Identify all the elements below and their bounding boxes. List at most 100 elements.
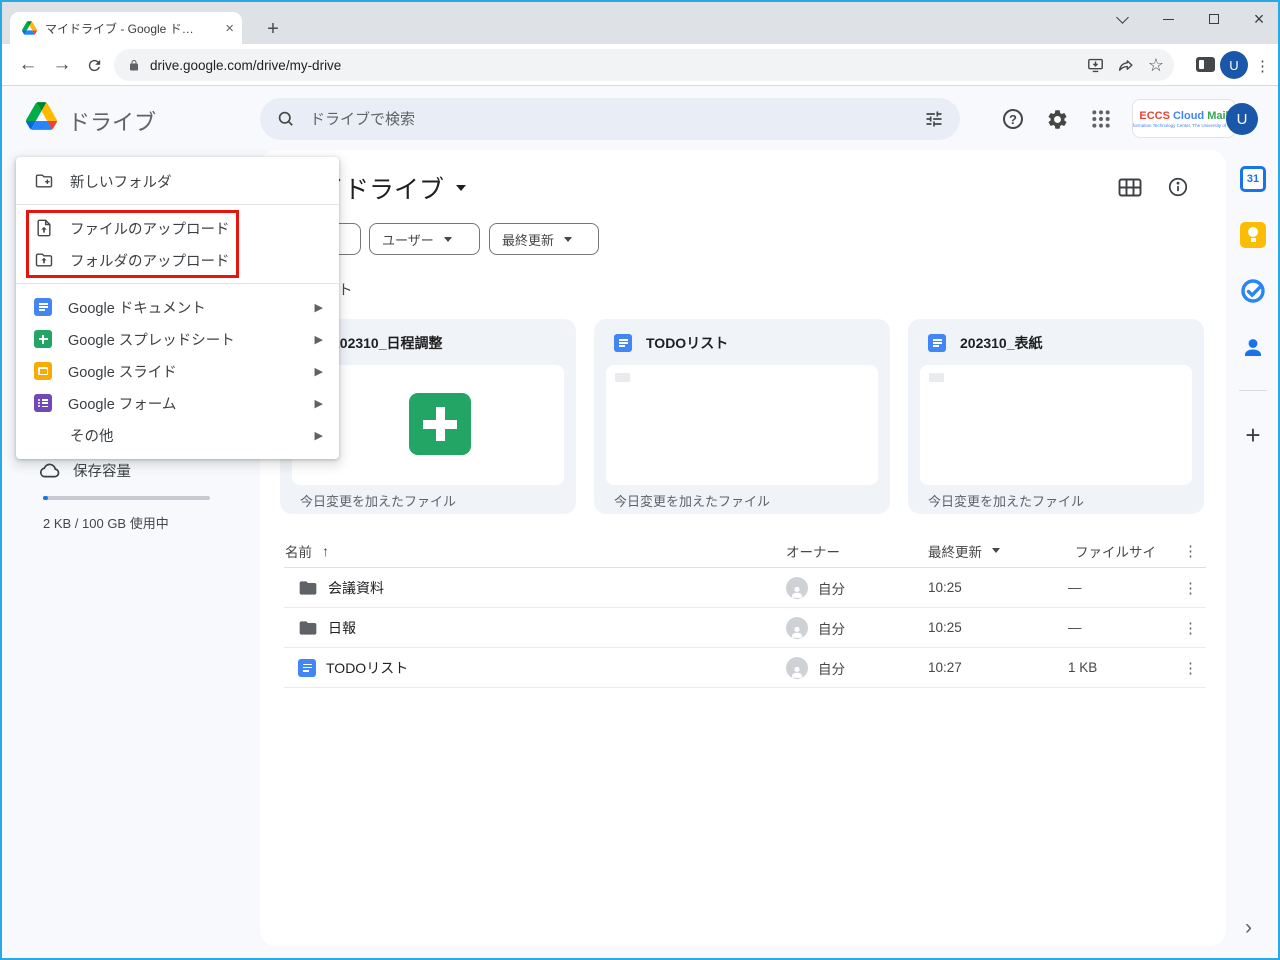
share-icon[interactable] — [1117, 56, 1136, 75]
back-button[interactable]: ← — [12, 49, 44, 81]
drive-search-bar[interactable] — [260, 98, 960, 140]
window-minimize-button[interactable] — [1147, 4, 1189, 34]
install-app-icon[interactable] — [1086, 56, 1105, 75]
suggestion-card[interactable]: 202310_表紙 今日変更を加えたファイル — [908, 319, 1204, 514]
help-icon[interactable]: ? — [1000, 106, 1026, 132]
menu-item-google-sheets[interactable]: Google スプレッドシート ▶ — [16, 323, 339, 355]
forward-button[interactable]: → — [46, 49, 78, 81]
bookmark-star-icon[interactable]: ☆ — [1148, 56, 1164, 74]
column-header-size[interactable]: ファイルサイ — [1075, 534, 1156, 567]
side-panel-icon[interactable] — [1196, 57, 1215, 72]
sheets-logo-icon — [409, 393, 471, 455]
badge-subtitle: Information Technology Center, The Unive… — [1132, 122, 1236, 128]
search-options-tune-icon[interactable] — [924, 109, 944, 129]
row-options-icon[interactable]: ⋮ — [1183, 608, 1198, 647]
reload-button[interactable] — [78, 49, 110, 81]
submenu-arrow-icon: ▶ — [314, 333, 323, 346]
tasks-icon[interactable] — [1240, 278, 1266, 304]
table-row[interactable]: 会議資料 自分 10:25 — ⋮ — [284, 568, 1206, 608]
docs-icon — [34, 298, 52, 316]
window-chevron-icon[interactable] — [1101, 4, 1143, 34]
browser-profile-avatar[interactable]: U — [1220, 51, 1248, 79]
tab-close-icon[interactable]: × — [225, 21, 234, 36]
contacts-icon[interactable] — [1240, 334, 1266, 360]
filter-chip-modified[interactable]: 最終更新 — [489, 223, 599, 255]
title-caret-icon — [456, 185, 467, 191]
sort-descending-icon — [992, 548, 1000, 553]
calendar-icon[interactable]: 31 — [1240, 166, 1266, 192]
sidebar-item-storage[interactable]: 保存容量 — [38, 460, 131, 481]
menu-item-google-slides[interactable]: Google スライド ▶ — [16, 355, 339, 387]
suggestion-card[interactable]: TODOリスト 今日変更を加えたファイル — [594, 319, 890, 514]
owner-avatar — [786, 576, 808, 599]
submenu-arrow-icon: ▶ — [314, 429, 323, 442]
storage-usage-text: 2 KB / 100 GB 使用中 — [43, 516, 169, 531]
badge-word-1: ECCS — [1139, 109, 1170, 122]
owner-avatar — [786, 656, 808, 679]
browser-menu-icon[interactable]: ⋮ — [1255, 57, 1270, 75]
badge-word-2: Cloud — [1172, 109, 1205, 122]
forms-icon — [34, 394, 52, 412]
file-preview — [920, 365, 1192, 485]
product-name: ドライブ — [68, 110, 157, 135]
table-row[interactable]: TODOリスト 自分 10:27 1 KB ⋮ — [284, 648, 1206, 688]
search-input[interactable] — [310, 110, 924, 128]
docs-file-icon — [928, 334, 946, 352]
account-avatar[interactable]: U — [1226, 103, 1258, 135]
table-options-icon[interactable]: ⋮ — [1183, 534, 1198, 567]
menu-item-google-docs[interactable]: Google ドキュメント ▶ — [16, 291, 339, 323]
sort-ascending-icon: ↑ — [322, 542, 329, 559]
slides-icon — [34, 362, 52, 380]
new-tab-button[interactable]: + — [260, 16, 286, 42]
settings-gear-icon[interactable] — [1044, 106, 1070, 132]
menu-divider — [16, 283, 339, 284]
address-bar[interactable]: drive.google.com/drive/my-drive ☆ — [114, 49, 1174, 81]
row-options-icon[interactable]: ⋮ — [1183, 568, 1198, 607]
file-table: 名前 ↑ オーナー 最終更新 ファイルサイ ⋮ 会議資料 自分 10:25 — … — [284, 534, 1206, 688]
column-header-owner[interactable]: オーナー — [786, 534, 840, 567]
apps-grid-icon[interactable] — [1088, 106, 1114, 132]
drive-favicon-icon — [22, 21, 37, 35]
menu-divider — [16, 204, 339, 205]
get-addons-plus-icon[interactable]: + — [1240, 420, 1266, 450]
new-menu: 新しいフォルダ ファイルのアップロード フォルダのアップロード Google ド… — [16, 157, 339, 459]
folder-icon — [298, 578, 318, 598]
submenu-arrow-icon: ▶ — [314, 365, 323, 378]
menu-item-new-folder[interactable]: 新しいフォルダ — [16, 165, 339, 197]
screenshot-root: マイドライブ - Google ドライブ × + × ← → drive.goo… — [0, 0, 1280, 960]
keep-icon[interactable] — [1240, 222, 1266, 248]
new-folder-icon — [34, 171, 54, 191]
rail-divider — [1239, 390, 1267, 391]
browser-toolbar: ← → drive.google.com/drive/my-drive ☆ U … — [2, 44, 1278, 86]
tab-title: マイドライブ - Google ドライブ — [45, 21, 205, 36]
sheets-icon — [34, 330, 52, 348]
cloud-icon — [38, 462, 61, 479]
chevron-down-icon — [443, 236, 452, 242]
column-header-name[interactable]: 名前 ↑ — [285, 534, 329, 567]
search-icon — [276, 109, 296, 129]
table-header-row: 名前 ↑ オーナー 最終更新 ファイルサイ ⋮ — [284, 534, 1206, 568]
annotation-highlight-rectangle — [26, 210, 239, 278]
table-row[interactable]: 日報 自分 10:25 — ⋮ — [284, 608, 1206, 648]
browser-tab[interactable]: マイドライブ - Google ドライブ × — [10, 12, 242, 44]
browser-titlebar: マイドライブ - Google ドライブ × + × — [2, 2, 1278, 44]
url-text: drive.google.com/drive/my-drive — [150, 57, 342, 73]
window-close-button[interactable]: × — [1238, 4, 1278, 34]
drive-logo-icon — [26, 102, 57, 130]
filter-chip-people[interactable]: ユーザー — [369, 223, 480, 255]
owner-avatar — [786, 616, 808, 639]
menu-item-more[interactable]: その他 ▶ — [16, 419, 339, 451]
column-header-modified[interactable]: 最終更新 — [928, 534, 1000, 567]
window-maximize-button[interactable] — [1193, 4, 1235, 34]
row-options-icon[interactable]: ⋮ — [1183, 648, 1198, 687]
file-preview — [606, 365, 878, 485]
folder-icon — [298, 618, 318, 638]
storage-progress-bar — [43, 496, 210, 500]
info-icon[interactable] — [1167, 176, 1189, 198]
lock-icon — [128, 59, 140, 72]
submenu-arrow-icon: ▶ — [314, 397, 323, 410]
grid-view-toggle-icon[interactable] — [1118, 178, 1142, 197]
eccs-account-badge: ECCS Cloud Mail Information Technology C… — [1132, 99, 1236, 138]
show-side-panel-icon[interactable]: › — [1245, 916, 1252, 940]
menu-item-google-forms[interactable]: Google フォーム ▶ — [16, 387, 339, 419]
